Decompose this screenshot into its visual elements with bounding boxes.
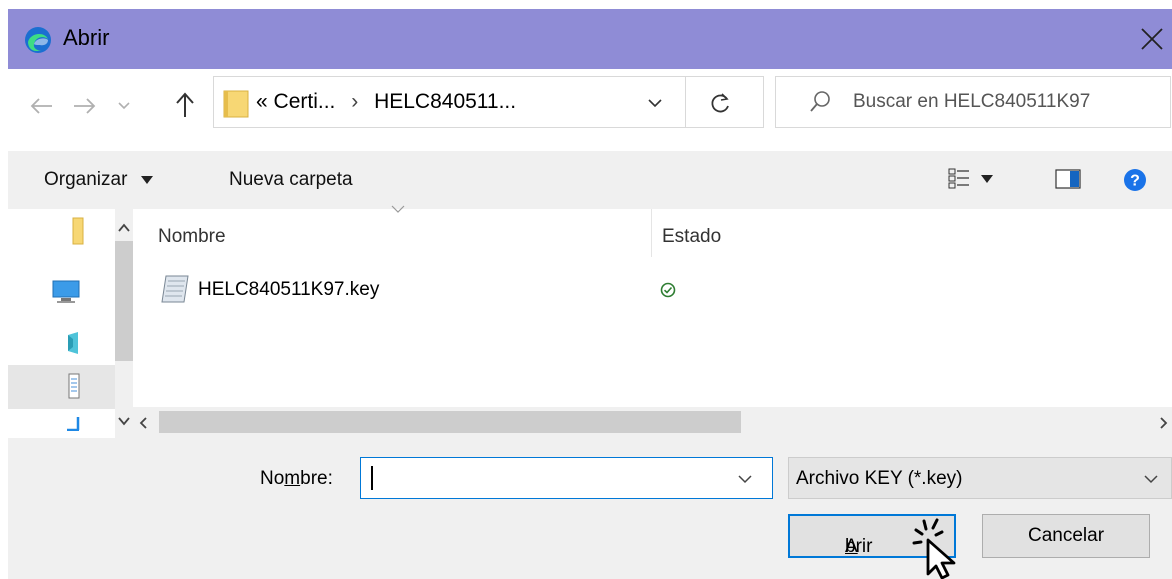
search-icon	[810, 91, 830, 112]
chevron-down-icon[interactable]	[981, 175, 993, 183]
sort-indicator-icon	[391, 205, 405, 213]
text-caret	[371, 466, 373, 490]
filename-label-part: bre:	[300, 468, 333, 489]
scroll-left-icon[interactable]	[139, 417, 148, 429]
breadcrumb[interactable]: « Certi... › HELC840511...	[256, 90, 516, 114]
organize-label: Organizar	[44, 169, 128, 190]
cancel-button[interactable]: Cancelar	[982, 514, 1150, 558]
folder-icon[interactable]	[72, 217, 84, 245]
navigation-pane[interactable]	[8, 209, 115, 438]
file-type-select[interactable]: Archivo KEY (*.key)	[788, 457, 1172, 499]
scrollbar-thumb[interactable]	[115, 241, 133, 361]
chevron-down-icon[interactable]	[738, 474, 752, 484]
scroll-up-icon[interactable]	[118, 223, 130, 232]
key-file-icon	[161, 275, 189, 303]
filename-label-mnemonic: m	[284, 468, 301, 489]
view-options-icon[interactable]	[948, 167, 970, 189]
edge-browser-icon	[25, 27, 51, 53]
breadcrumb-separator: ›	[351, 90, 359, 113]
help-icon[interactable]: ?	[1123, 168, 1147, 192]
search-box[interactable]: Buscar en HELC840511K97	[775, 76, 1171, 128]
dialog-footer: Nombre: Archivo KEY (*.key) Abrir Cancel…	[8, 438, 1172, 579]
address-divider	[685, 77, 686, 127]
chevron-down-icon[interactable]	[646, 94, 664, 112]
up-arrow-icon[interactable]	[174, 91, 196, 119]
column-divider[interactable]	[651, 209, 652, 257]
command-bar: Organizar Nueva carpeta ?	[8, 151, 1172, 209]
refresh-icon[interactable]	[709, 91, 733, 115]
search-input[interactable]: Buscar en HELC840511K97	[853, 91, 1090, 113]
scroll-down-icon[interactable]	[118, 417, 130, 426]
title-bar: Abrir	[8, 9, 1172, 69]
close-icon[interactable]	[1132, 19, 1172, 59]
chevron-down-icon[interactable]	[117, 100, 131, 112]
file-type-value: Archivo KEY (*.key)	[796, 468, 963, 489]
column-header-name[interactable]: Nombre	[158, 226, 226, 248]
column-header-status[interactable]: Estado	[662, 226, 721, 248]
downloads-icon[interactable]	[66, 417, 80, 431]
file-browser: Nombre Estado HELC840511K97.key	[8, 205, 1172, 438]
filename-input[interactable]	[360, 457, 773, 499]
scroll-right-icon[interactable]	[1159, 417, 1168, 429]
documents-icon	[68, 373, 80, 399]
filename-label-part: No	[260, 468, 285, 489]
navigation-bar: « Certi... › HELC840511... Buscar en HEL…	[8, 69, 1172, 151]
svg-text:?: ?	[1130, 173, 1140, 190]
horizontal-scrollbar[interactable]	[133, 407, 1172, 438]
new-folder-button[interactable]: Nueva carpeta	[229, 169, 353, 191]
back-arrow-icon[interactable]	[28, 95, 54, 117]
3d-objects-icon[interactable]	[66, 331, 80, 355]
mouse-pointer-click-icon	[912, 518, 956, 579]
filename-label: Nombre:	[260, 468, 333, 490]
file-name[interactable]: HELC840511K97.key	[198, 279, 379, 301]
sync-check-icon	[660, 282, 676, 298]
folder-icon	[223, 90, 249, 118]
nav-pane-vertical-scrollbar[interactable]	[115, 209, 133, 438]
selected-nav-item[interactable]	[8, 365, 115, 409]
dropdown-arrow-icon	[140, 175, 153, 184]
chevron-down-icon[interactable]	[1144, 474, 1158, 484]
breadcrumb-segment-helc[interactable]: HELC840511...	[374, 90, 516, 113]
this-pc-icon[interactable]	[52, 279, 80, 305]
open-label-rest: brir	[845, 536, 873, 557]
breadcrumb-overflow[interactable]: «	[256, 90, 268, 113]
address-bar[interactable]: « Certi... › HELC840511...	[213, 76, 764, 128]
cancel-button-label: Cancelar	[1028, 525, 1105, 546]
forward-arrow-icon[interactable]	[72, 95, 98, 117]
preview-pane-icon[interactable]	[1055, 169, 1081, 189]
file-row[interactable]: HELC840511K97.key	[158, 275, 758, 307]
organize-button[interactable]: Organizar	[44, 169, 153, 191]
scrollbar-thumb[interactable]	[159, 411, 741, 433]
window-title: Abrir	[63, 25, 110, 50]
breadcrumb-segment-certi[interactable]: Certi...	[274, 90, 336, 113]
